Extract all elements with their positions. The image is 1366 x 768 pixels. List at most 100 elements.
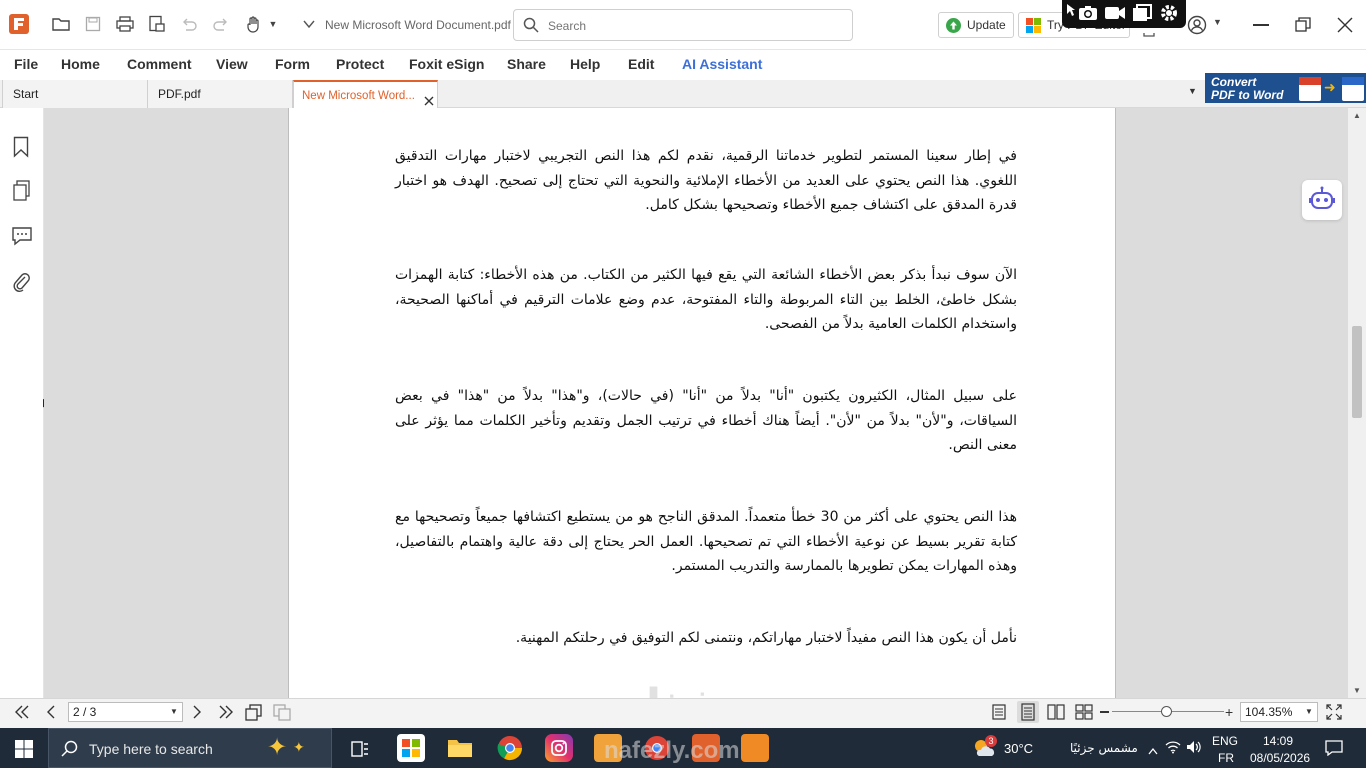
window-capture-icon[interactable] xyxy=(1132,4,1152,27)
menu-foxit-esign[interactable]: Foxit eSign xyxy=(409,56,484,72)
page-indicator: 2 / 3 xyxy=(73,705,97,719)
tab-pdf[interactable]: PDF.pdf xyxy=(147,80,293,108)
scroll-up-arrow-icon[interactable]: ▲ xyxy=(1353,111,1361,120)
attachment-icon[interactable] xyxy=(13,272,31,299)
comments-icon[interactable] xyxy=(11,226,33,251)
zoom-chevron-icon: ▼ xyxy=(1305,707,1313,716)
update-icon xyxy=(946,18,961,33)
bookmark-icon[interactable] xyxy=(13,136,29,163)
windows-start-icon[interactable] xyxy=(15,740,33,763)
continuous-facing-view-icon[interactable] xyxy=(1075,704,1093,725)
document-paragraph: على سبيل المثال، الكثيرون يكتبون "أنا" ب… xyxy=(395,388,1017,453)
taskbar-search-box[interactable]: Type here to search ✦ ✦ xyxy=(48,728,332,768)
pdf-file-icon xyxy=(1299,77,1321,101)
zoom-out-icon[interactable] xyxy=(1100,711,1109,713)
next-view-icon[interactable] xyxy=(273,703,291,726)
tab-pdf-label: PDF.pdf xyxy=(158,87,201,101)
chevron-down-icon[interactable]: ▼ xyxy=(262,13,284,35)
single-page-view-icon[interactable] xyxy=(991,704,1007,725)
zoom-level-select[interactable]: 104.35% ▼ xyxy=(1240,702,1318,722)
settings-gear-icon[interactable] xyxy=(1159,3,1179,28)
export-icon[interactable] xyxy=(146,13,168,35)
menu-edit[interactable]: Edit xyxy=(628,56,654,72)
zoom-slider-thumb[interactable] xyxy=(1161,706,1172,717)
scroll-thumb[interactable] xyxy=(1352,326,1362,418)
input-language[interactable]: ENG xyxy=(1212,734,1238,748)
fullscreen-icon[interactable] xyxy=(1326,704,1342,725)
sparkle-small-icon: ✦ xyxy=(293,739,305,755)
save-icon[interactable] xyxy=(82,13,104,35)
tab-start-label: Start xyxy=(13,87,39,101)
sparkle-icon: ✦ xyxy=(267,734,288,761)
doc-menu-chevron-icon[interactable] xyxy=(298,13,320,35)
app-taskbar-icon[interactable] xyxy=(741,734,769,762)
convert-line2: PDF to Word xyxy=(1211,88,1284,102)
volume-icon[interactable] xyxy=(1186,740,1202,759)
chrome-icon[interactable] xyxy=(496,734,524,762)
minimize-icon[interactable] xyxy=(1253,24,1269,26)
menu-view[interactable]: View xyxy=(216,56,248,72)
clock-time[interactable]: 14:09 xyxy=(1263,734,1293,748)
account-avatar-icon[interactable] xyxy=(1187,15,1207,40)
instagram-icon[interactable] xyxy=(545,734,573,762)
clock-date[interactable]: 08/05/2026 xyxy=(1250,751,1310,765)
notification-center-icon[interactable] xyxy=(1325,740,1343,761)
tab-start[interactable]: Start xyxy=(2,80,148,108)
zoom-level: 104.35% xyxy=(1245,705,1293,719)
previous-page-icon[interactable] xyxy=(46,705,56,724)
undo-icon[interactable] xyxy=(178,13,200,35)
update-button[interactable]: Update xyxy=(938,12,1014,38)
bell-icon[interactable] xyxy=(1142,28,1156,37)
watermark-latin: nafezly.com xyxy=(604,737,740,764)
menu-share[interactable]: Share xyxy=(507,56,546,72)
next-page-icon[interactable] xyxy=(192,705,202,724)
first-page-icon[interactable] xyxy=(14,705,30,724)
search-box[interactable] xyxy=(513,9,853,41)
last-page-icon[interactable] xyxy=(218,705,234,724)
open-folder-icon[interactable] xyxy=(50,13,72,35)
scroll-down-arrow-icon[interactable]: ▼ xyxy=(1353,686,1361,695)
search-input[interactable] xyxy=(548,16,838,36)
convert-line1: Convert xyxy=(1211,75,1257,89)
pointer-icon[interactable] xyxy=(1066,3,1076,22)
wifi-icon[interactable] xyxy=(1165,740,1181,759)
restore-icon[interactable] xyxy=(1295,17,1311,38)
tab-new-word-document[interactable]: New Microsoft Word... xyxy=(293,80,438,108)
vertical-scrollbar[interactable]: ▲ ▼ xyxy=(1348,108,1366,698)
menu-comment[interactable]: Comment xyxy=(127,56,192,72)
keyboard-locale[interactable]: FR xyxy=(1218,751,1234,765)
tray-chevron-up-icon[interactable] xyxy=(1148,742,1158,760)
close-window-icon[interactable] xyxy=(1337,17,1353,38)
pages-icon[interactable] xyxy=(13,180,31,207)
convert-pdf-to-word-banner[interactable]: Convert PDF to Word ➜ xyxy=(1205,73,1366,103)
document-title: New Microsoft Word Document.pdf xyxy=(325,18,511,32)
redo-icon[interactable] xyxy=(210,13,232,35)
zoom-in-icon[interactable]: + xyxy=(1225,705,1233,719)
page-select-chevron-icon: ▼ xyxy=(170,707,178,716)
video-camera-icon[interactable] xyxy=(1104,6,1126,25)
menu-ai-assistant[interactable]: AI Assistant xyxy=(682,56,762,72)
menu-form[interactable]: Form xyxy=(275,56,310,72)
continuous-view-icon[interactable] xyxy=(1017,701,1039,723)
menu-protect[interactable]: Protect xyxy=(336,56,384,72)
facing-view-icon[interactable] xyxy=(1047,704,1065,725)
foxit-logo-icon[interactable] xyxy=(9,14,29,34)
camera-icon[interactable] xyxy=(1078,5,1098,26)
print-icon[interactable] xyxy=(114,13,136,35)
tab-list-chevron-icon[interactable]: ▼ xyxy=(1188,86,1197,96)
file-explorer-icon[interactable] xyxy=(446,734,474,762)
task-view-icon[interactable] xyxy=(350,739,370,764)
menu-home[interactable]: Home xyxy=(61,56,100,72)
microsoft-store-icon[interactable] xyxy=(397,734,425,762)
previous-view-icon[interactable] xyxy=(245,703,263,726)
ai-assistant-robot-icon[interactable] xyxy=(1302,180,1342,220)
menu-file[interactable]: File xyxy=(14,56,38,72)
screen-capture-toolbar xyxy=(1062,0,1186,28)
account-chevron-icon[interactable]: ▼ xyxy=(1213,17,1222,27)
search-icon xyxy=(523,17,539,38)
page-number-select[interactable]: 2 / 3 ▼ xyxy=(68,702,183,722)
weather-temperature[interactable]: 30°C xyxy=(1004,741,1033,756)
weather-description[interactable]: مشمس جزئيًا xyxy=(1070,741,1138,755)
menu-help[interactable]: Help xyxy=(570,56,600,72)
pdf-editor-icon xyxy=(1026,18,1041,33)
